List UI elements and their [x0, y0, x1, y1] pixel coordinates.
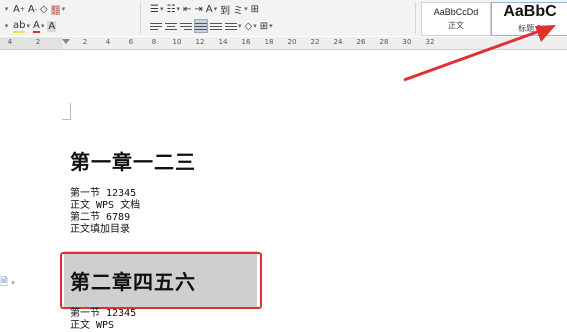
numbering-list-icon[interactable]: ☷ ▾: [166, 1, 179, 17]
decrease-indent-icon[interactable]: ⇤: [183, 1, 191, 17]
style-normal-name: 正文: [448, 21, 464, 30]
align-right-icon[interactable]: [180, 18, 192, 34]
style-heading-1-sample: AaBbC: [503, 3, 557, 20]
ruler-tick: 14: [218, 38, 228, 46]
ruler-tick: 32: [425, 38, 435, 46]
phonetic-guide-button[interactable]: 䨻 ▾: [51, 1, 66, 17]
paragraph-handle-icon[interactable]: 🗎 ▾: [0, 275, 15, 292]
heading-chapter-1[interactable]: 第一章一二三: [70, 146, 196, 175]
ruler-tick: 20: [287, 38, 297, 46]
paragraph-dropdown-caret[interactable]: ▾: [2, 1, 10, 17]
ruler-tick: 12: [195, 38, 205, 46]
body-line[interactable]: 第二节 6789: [70, 212, 130, 223]
ruler-tick: 30: [402, 38, 412, 46]
ruler-tick: 16: [241, 38, 251, 46]
ruler-tick: 4: [7, 38, 13, 46]
sort-button[interactable]: 到: [220, 1, 230, 17]
style-normal-sample: AaBbCcDd: [433, 7, 479, 17]
ruler-tick: 6: [128, 38, 134, 46]
ruler-tick: 18: [264, 38, 274, 46]
highlight-color-button[interactable]: ab ▾: [13, 18, 30, 34]
shading-icon[interactable]: ◇ ▾: [245, 18, 257, 34]
indent-marker-icon[interactable]: [62, 39, 70, 44]
body-line[interactable]: 第一节 12345: [70, 308, 136, 319]
font-grow-button[interactable]: A +: [13, 1, 25, 17]
page-corner-mark: [62, 103, 71, 120]
ruler-tick: 22: [310, 38, 320, 46]
ruler-tick: 8: [151, 38, 157, 46]
font-color-button[interactable]: A ▾: [33, 18, 44, 34]
ribbon-row-2-paragraph: ▾ ◇ ▾ ⊞ ▾: [150, 17, 276, 35]
line-spacing-icon[interactable]: ▾: [225, 18, 242, 34]
ribbon-row-2: ▾ ab ▾ A ▾ A: [2, 17, 59, 35]
align-center-icon[interactable]: [165, 18, 177, 34]
ruler-tick: 28: [379, 38, 389, 46]
clear-format-icon[interactable]: ◇: [40, 1, 48, 17]
ruler-tick: 2: [35, 38, 41, 46]
annotation-red-box: [60, 252, 262, 309]
ribbon-separator: [415, 2, 416, 34]
bullets-list-icon[interactable]: ☰ ▾: [150, 1, 163, 17]
distributed-align-icon[interactable]: [210, 18, 222, 34]
align-left-icon[interactable]: [150, 18, 162, 34]
font-shrink-button[interactable]: A-: [28, 1, 37, 17]
ribbon-row-1-paragraph: ☰ ▾ ☷ ▾ ⇤ ⇥ A ▾ 到 ミ ▾ ⊞: [150, 0, 262, 18]
ruler-tick: 2: [82, 38, 88, 46]
table-icon[interactable]: ⊞: [251, 1, 259, 17]
row2-dropdown-caret[interactable]: ▾: [2, 18, 10, 34]
ruler-tick: 24: [333, 38, 343, 46]
increase-indent-icon[interactable]: ⇥: [194, 1, 202, 17]
char-scale-button[interactable]: A ▾: [206, 1, 217, 17]
border-icon[interactable]: ⊞ ▾: [260, 18, 273, 34]
ribbon-row-1: ▾ A + A- ◇ 䨻 ▾: [2, 0, 68, 18]
body-line[interactable]: 正文 WPS 文档: [70, 200, 140, 211]
body-line[interactable]: 第一节 12345: [70, 188, 136, 199]
show-marks-button[interactable]: ミ ▾: [233, 1, 248, 17]
ruler-tick: 4: [105, 38, 111, 46]
body-line[interactable]: 正文 WPS: [70, 320, 114, 331]
style-normal[interactable]: AaBbCcDd 正文: [421, 2, 491, 36]
ruler-tick: 10: [172, 38, 182, 46]
justify-icon[interactable]: [194, 18, 208, 34]
ruler-tick: 26: [356, 38, 366, 46]
ribbon-toolbar: ▾ A + A- ◇ 䨻 ▾ ☰ ▾ ☷ ▾ ⇤ ⇥ A ▾ 到 ミ ▾ ⊞ ▾ ab ▾ A…: [0, 0, 567, 36]
style-heading-1-name: 标题 1: [518, 24, 542, 33]
body-line[interactable]: 正文填加目录: [70, 224, 130, 235]
char-shading-button[interactable]: A: [47, 18, 57, 34]
ribbon-separator: [140, 2, 141, 34]
style-heading-1[interactable]: AaBbC 标题 1: [491, 2, 567, 36]
horizontal-ruler[interactable]: 4 2 2 4 6 8 10 12 14 16 18 20 22 24 26 2…: [0, 37, 567, 50]
